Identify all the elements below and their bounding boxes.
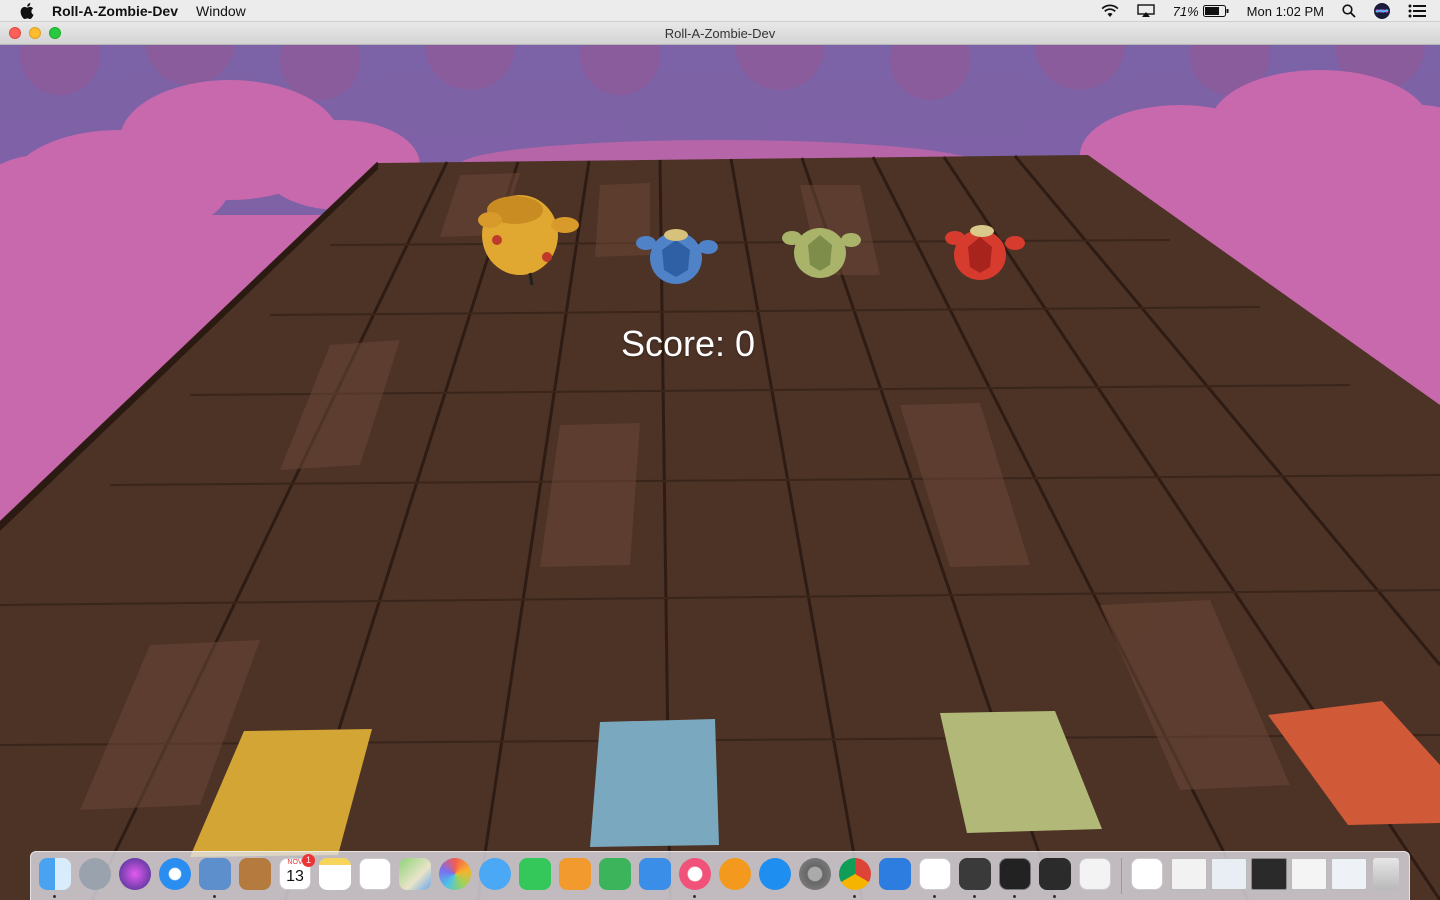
window-thumbnail-2[interactable] xyxy=(1211,858,1247,890)
trash-icon[interactable] xyxy=(1373,858,1399,890)
game-viewport[interactable]: Score: 0 xyxy=(0,45,1440,900)
airplay-icon[interactable] xyxy=(1136,4,1155,18)
photos-icon[interactable] xyxy=(439,858,471,890)
calendar-badge: 1 xyxy=(302,854,315,867)
battery-percent[interactable]: 71% xyxy=(1173,4,1199,19)
finder-icon[interactable] xyxy=(39,858,71,890)
dock-separator xyxy=(1121,858,1122,894)
spotlight-search-icon[interactable] xyxy=(1342,4,1356,18)
terminal-running-indicator xyxy=(1013,895,1016,898)
window-title: Roll-A-Zombie-Dev xyxy=(664,26,776,41)
script-editor-icon[interactable] xyxy=(1079,858,1111,890)
calendar-icon[interactable]: NOV 13 1 xyxy=(279,854,315,890)
window-thumbnail-4[interactable] xyxy=(1291,858,1327,890)
score-label: Score: 0 xyxy=(620,323,756,364)
app-name-menu[interactable]: Roll-A-Zombie-Dev xyxy=(52,3,178,19)
app-store-icon[interactable] xyxy=(759,858,791,890)
menu-bar: Roll-A-Zombie-Dev Window 71% Mon 1:02 PM xyxy=(0,0,1440,22)
visual-studio-icon[interactable] xyxy=(1039,858,1071,890)
siri-dock-icon[interactable] xyxy=(119,858,151,890)
terminal-icon[interactable] xyxy=(999,858,1031,890)
xcode-icon[interactable] xyxy=(879,858,911,890)
battery-icon[interactable] xyxy=(1202,5,1229,17)
calendar-day: 13 xyxy=(286,868,304,885)
contacts-icon[interactable] xyxy=(239,858,271,890)
window-thumbnail-1[interactable] xyxy=(1171,858,1207,890)
keynote-icon[interactable] xyxy=(639,858,671,890)
ibooks-icon[interactable] xyxy=(719,858,751,890)
mail-running-indicator xyxy=(213,895,216,898)
launchpad-icon[interactable] xyxy=(79,858,111,890)
numbers-icon[interactable] xyxy=(599,858,631,890)
facetime-icon[interactable] xyxy=(519,858,551,890)
visual-studio-running-indicator xyxy=(1053,895,1056,898)
dock: NOV 13 1 xyxy=(30,851,1410,900)
maps-icon[interactable] xyxy=(399,858,431,890)
system-preferences-icon[interactable] xyxy=(799,858,831,890)
pages-icon[interactable] xyxy=(559,858,591,890)
window-thumbnail-5[interactable] xyxy=(1331,858,1367,890)
clock[interactable]: Mon 1:02 PM xyxy=(1247,4,1324,19)
game-scene xyxy=(0,45,1440,900)
mail-icon[interactable] xyxy=(199,858,231,890)
safari-icon[interactable] xyxy=(159,858,191,890)
notes-icon[interactable] xyxy=(319,858,351,890)
apple-logo-icon[interactable] xyxy=(18,3,36,19)
notification-center-icon[interactable] xyxy=(1408,4,1426,18)
sublime-text-running-indicator xyxy=(973,895,976,898)
finder-running-indicator xyxy=(53,895,56,898)
sublime-text-icon[interactable] xyxy=(959,858,991,890)
chrome-icon[interactable] xyxy=(839,858,871,890)
blue-goal-pad xyxy=(590,719,719,847)
sublime-merge-running-indicator xyxy=(933,895,936,898)
itunes-icon[interactable] xyxy=(679,858,711,890)
window-thumbnail-3[interactable] xyxy=(1251,858,1287,890)
window-title-bar[interactable]: Roll-A-Zombie-Dev xyxy=(0,22,1440,45)
sublime-merge-icon[interactable] xyxy=(919,858,951,890)
window-menu[interactable]: Window xyxy=(196,3,246,19)
itunes-running-indicator xyxy=(693,895,696,898)
wifi-icon[interactable] xyxy=(1101,4,1119,18)
reminders-icon[interactable] xyxy=(359,858,391,890)
siri-icon[interactable] xyxy=(1374,3,1390,19)
messages-icon[interactable] xyxy=(479,858,511,890)
chrome-running-indicator xyxy=(853,895,856,898)
activity-monitor-icon[interactable] xyxy=(1131,858,1163,890)
